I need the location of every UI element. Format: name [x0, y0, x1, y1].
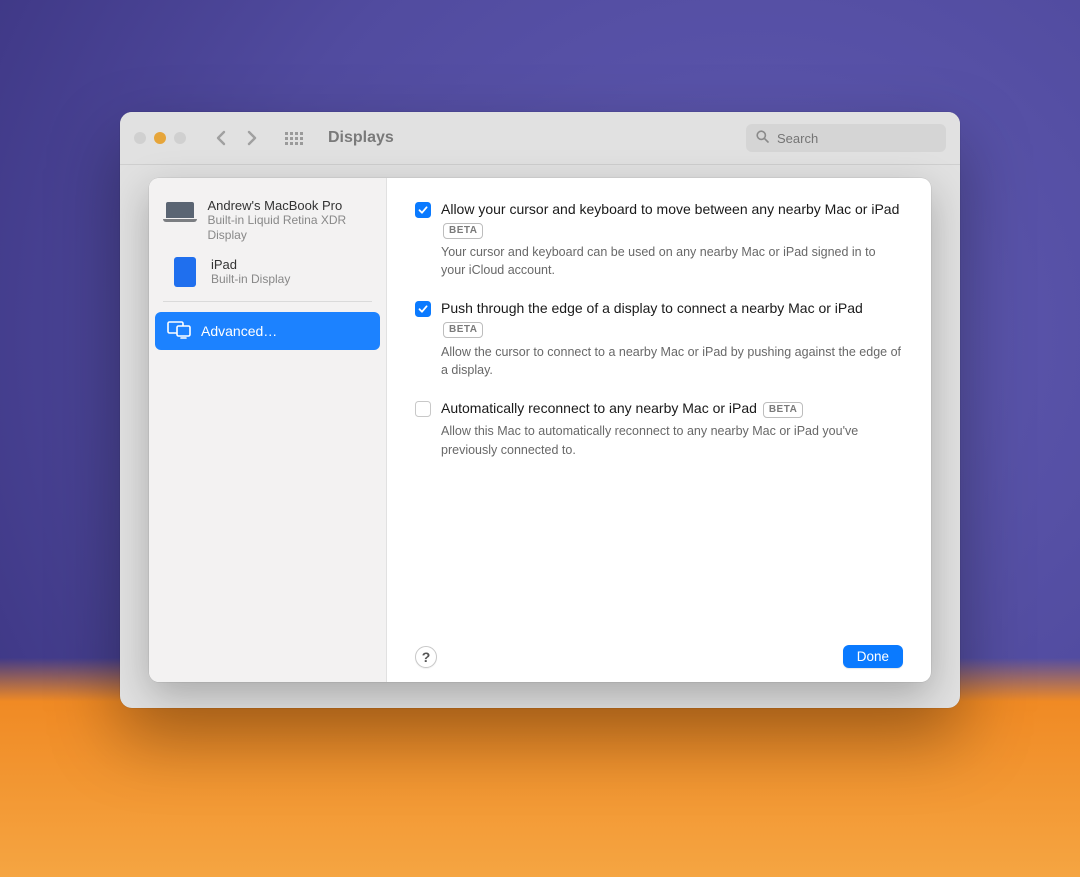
- option-auto-reconnect: Automatically reconnect to any nearby Ma…: [415, 399, 903, 459]
- option-title: Automatically reconnect to any nearby Ma…: [441, 399, 903, 419]
- device-item-ipad[interactable]: iPad Built-in Display: [149, 251, 386, 295]
- forward-button[interactable]: [238, 125, 266, 151]
- checkbox-auto-reconnect[interactable]: [415, 401, 431, 417]
- close-button[interactable]: [134, 132, 146, 144]
- device-subtitle: Built-in Liquid Retina XDR Display: [207, 213, 372, 243]
- sheet-sidebar: Andrew's MacBook Pro Built-in Liquid Ret…: [149, 178, 387, 682]
- device-name: Andrew's MacBook Pro: [207, 198, 372, 213]
- option-desc: Allow this Mac to automatically reconnec…: [441, 422, 903, 458]
- done-button[interactable]: Done: [843, 645, 903, 668]
- ipad-icon: [174, 257, 196, 287]
- displays-icon: [167, 321, 191, 342]
- option-desc: Allow the cursor to connect to a nearby …: [441, 343, 903, 379]
- beta-badge: BETA: [763, 402, 803, 418]
- all-preferences-button[interactable]: [280, 125, 308, 151]
- search-field[interactable]: [746, 124, 946, 152]
- checkbox-push-through-edge[interactable]: [415, 301, 431, 317]
- beta-badge: BETA: [443, 223, 483, 239]
- minimize-button[interactable]: [154, 132, 166, 144]
- device-item-macbook[interactable]: Andrew's MacBook Pro Built-in Liquid Ret…: [149, 192, 386, 251]
- device-name: iPad: [211, 257, 290, 272]
- option-title: Push through the edge of a display to co…: [441, 299, 903, 338]
- back-button[interactable]: [206, 125, 234, 151]
- zoom-button[interactable]: [174, 132, 186, 144]
- window-toolbar: Displays: [120, 112, 960, 165]
- window-title: Displays: [328, 129, 394, 147]
- beta-badge: BETA: [443, 322, 483, 338]
- search-icon: [756, 130, 769, 146]
- option-universal-control: Allow your cursor and keyboard to move b…: [415, 200, 903, 279]
- sidebar-item-label: Advanced…: [201, 323, 277, 339]
- checkbox-universal-control[interactable]: [415, 202, 431, 218]
- sidebar-item-advanced[interactable]: Advanced…: [155, 312, 380, 350]
- system-preferences-window: Displays Andrew's MacBook Pro Built-in L…: [120, 112, 960, 708]
- option-title: Allow your cursor and keyboard to move b…: [441, 200, 903, 239]
- advanced-settings-sheet: Andrew's MacBook Pro Built-in Liquid Ret…: [149, 178, 931, 682]
- sheet-footer: ? Done: [415, 645, 903, 668]
- option-push-through-edge: Push through the edge of a display to co…: [415, 299, 903, 378]
- device-subtitle: Built-in Display: [211, 272, 290, 287]
- help-button[interactable]: ?: [415, 646, 437, 668]
- sheet-main: Allow your cursor and keyboard to move b…: [387, 178, 931, 682]
- search-input[interactable]: [775, 130, 936, 147]
- traffic-lights: [134, 132, 186, 144]
- sidebar-divider: [163, 301, 372, 302]
- laptop-icon: [163, 202, 197, 222]
- option-desc: Your cursor and keyboard can be used on …: [441, 243, 903, 279]
